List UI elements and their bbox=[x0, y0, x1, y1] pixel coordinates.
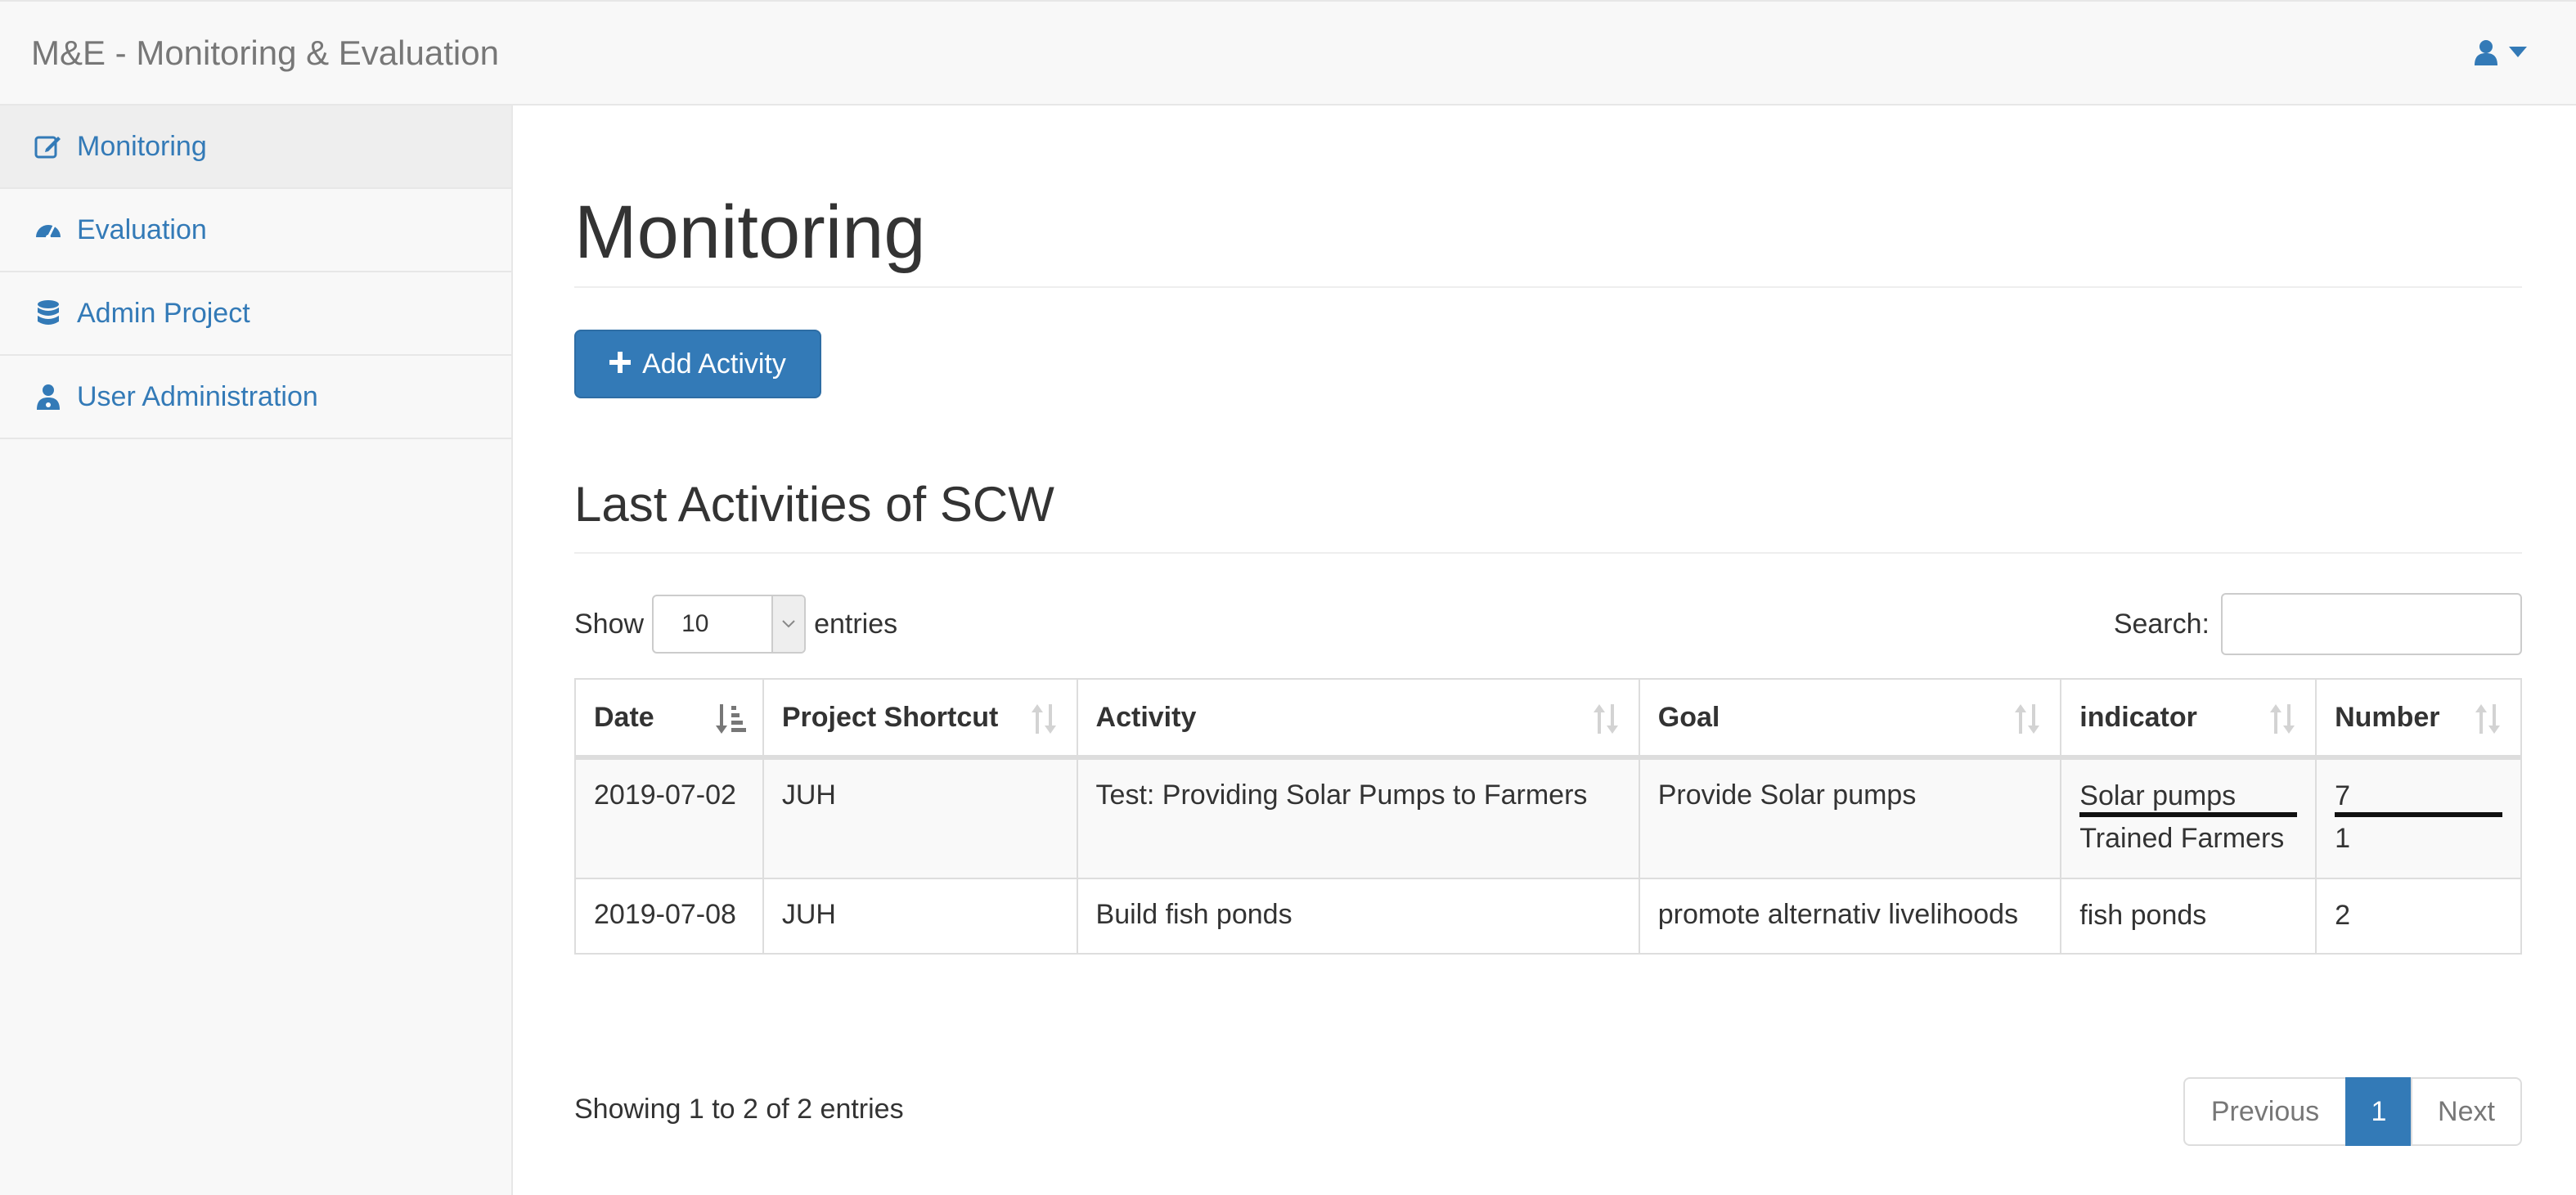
sort-ascending-icon bbox=[713, 701, 746, 737]
database-icon bbox=[34, 299, 62, 327]
add-activity-label: Add Activity bbox=[642, 348, 786, 380]
column-header-label: Date bbox=[594, 701, 654, 733]
cell-project: JUH bbox=[762, 757, 1078, 879]
column-header-indicator[interactable]: indicator bbox=[2060, 678, 2318, 760]
show-label: Show bbox=[574, 608, 645, 640]
plus-icon bbox=[609, 348, 632, 380]
cell-indicator: Solar pumps Trained Farmers bbox=[2060, 757, 2318, 879]
sort-icon bbox=[1589, 701, 1622, 737]
entries-length-control: Show 10 entries bbox=[574, 595, 897, 654]
pagination: Previous 1 Next bbox=[2183, 1077, 2522, 1146]
sidebar-item-user-administration[interactable]: User Administration bbox=[0, 356, 511, 439]
dashboard-icon bbox=[34, 216, 62, 244]
activities-table: Date Project Shortcut Activity Goal indi… bbox=[574, 678, 2522, 955]
column-header-number[interactable]: Number bbox=[2315, 678, 2522, 760]
add-activity-button[interactable]: Add Activity bbox=[574, 330, 821, 398]
indicator-item: Trained Farmers bbox=[2079, 823, 2285, 854]
cell-number: 7 1 bbox=[2315, 757, 2522, 879]
column-header-label: Activity bbox=[1095, 701, 1197, 733]
sidebar-item-label: User Administration bbox=[77, 380, 318, 412]
table-row[interactable]: 2019-07-08 JUH Build fish ponds promote … bbox=[574, 878, 2522, 955]
sidebar-item-label: Monitoring bbox=[77, 130, 207, 162]
sidebar-item-evaluation[interactable]: Evaluation bbox=[0, 189, 511, 272]
table-header-row: Date Project Shortcut Activity Goal indi… bbox=[574, 678, 2522, 760]
cell-project: JUH bbox=[762, 878, 1078, 955]
search-input[interactable] bbox=[2221, 593, 2522, 655]
entries-select-value: 10 bbox=[681, 610, 709, 637]
sort-icon bbox=[1027, 701, 1060, 737]
indicator-item: Solar pumps bbox=[2079, 779, 2298, 817]
indicator-item: fish ponds bbox=[2079, 900, 2207, 931]
sidebar-item-label: Evaluation bbox=[77, 213, 207, 245]
column-header-label: Project Shortcut bbox=[781, 701, 999, 733]
column-header-project-shortcut[interactable]: Project Shortcut bbox=[762, 678, 1078, 760]
next-page-button[interactable]: Next bbox=[2411, 1077, 2522, 1146]
column-header-activity[interactable]: Activity bbox=[1076, 678, 1640, 760]
chevron-down-icon bbox=[771, 596, 805, 652]
cell-activity: Build fish ponds bbox=[1076, 878, 1640, 955]
sort-icon bbox=[2471, 701, 2504, 737]
top-navbar: M&E - Monitoring & Evaluation bbox=[0, 0, 2576, 106]
sidebar-item-label: Admin Project bbox=[77, 297, 250, 329]
number-item: 1 bbox=[2335, 823, 2350, 854]
page-title: Monitoring bbox=[574, 191, 926, 274]
page-1-button[interactable]: 1 bbox=[2345, 1077, 2412, 1146]
sidebar: Monitoring Evaluation Admin Project User… bbox=[0, 106, 513, 1195]
number-item: 7 bbox=[2335, 779, 2502, 817]
section-title: Last Activities of SCW bbox=[574, 477, 1054, 532]
user-menu-toggle[interactable] bbox=[2475, 38, 2527, 70]
search-control: Search: bbox=[2114, 593, 2522, 655]
user-icon bbox=[2475, 39, 2497, 70]
table-row[interactable]: 2019-07-02 JUH Test: Providing Solar Pum… bbox=[574, 757, 2522, 879]
user-md-icon bbox=[34, 383, 62, 411]
cell-activity: Test: Providing Solar Pumps to Farmers bbox=[1076, 757, 1640, 879]
edit-icon bbox=[34, 133, 62, 160]
entries-select[interactable]: 10 bbox=[652, 595, 807, 654]
cell-goal: Provide Solar pumps bbox=[1638, 757, 2062, 879]
cell-goal: promote alternativ livelihoods bbox=[1638, 878, 2062, 955]
sort-icon bbox=[2266, 701, 2299, 737]
title-divider bbox=[574, 286, 2522, 288]
table-info: Showing 1 to 2 of 2 entries bbox=[574, 1094, 904, 1125]
column-header-goal[interactable]: Goal bbox=[1638, 678, 2062, 760]
column-header-label: Number bbox=[2335, 701, 2440, 733]
cell-number: 2 bbox=[2315, 878, 2522, 955]
column-header-label: indicator bbox=[2079, 701, 2197, 733]
column-header-label: Goal bbox=[1657, 701, 1720, 733]
section-divider bbox=[574, 552, 2522, 554]
column-header-date[interactable]: Date bbox=[574, 678, 764, 760]
entries-label: entries bbox=[814, 608, 898, 640]
cell-indicator: fish ponds bbox=[2060, 878, 2318, 955]
number-item: 2 bbox=[2335, 900, 2350, 931]
cell-date: 2019-07-02 bbox=[574, 757, 764, 879]
sidebar-item-admin-project[interactable]: Admin Project bbox=[0, 272, 511, 356]
cell-date: 2019-07-08 bbox=[574, 878, 764, 955]
sidebar-item-monitoring[interactable]: Monitoring bbox=[0, 106, 511, 189]
caret-down-icon bbox=[2509, 46, 2527, 62]
previous-page-button[interactable]: Previous bbox=[2183, 1077, 2347, 1146]
app-brand[interactable]: M&E - Monitoring & Evaluation bbox=[31, 33, 499, 74]
search-label: Search: bbox=[2113, 608, 2210, 640]
sort-icon bbox=[2011, 701, 2043, 737]
